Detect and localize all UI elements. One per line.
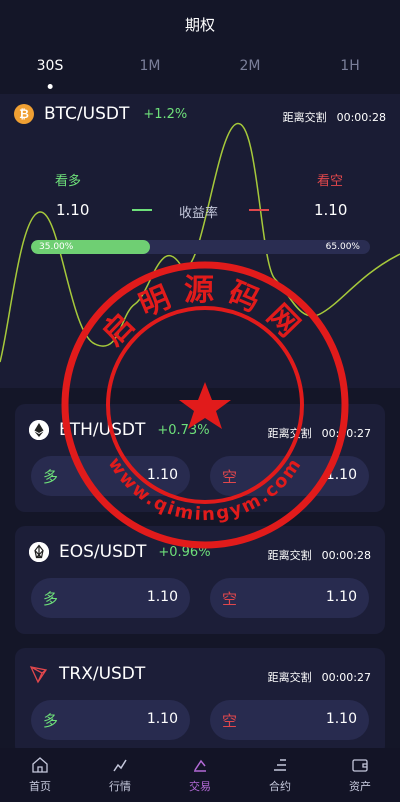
eos-symbol-row: EOS/USDT +0.96% [29,542,211,562]
main-symbol-row: ₿ BTC/USDT +1.2% [14,104,187,124]
main-change: +1.2% [143,106,188,122]
trx-symbol-row: TRX/USDT [29,664,157,684]
ethereum-icon [29,420,49,440]
bitcoin-icon: ₿ [14,104,34,124]
nav-market[interactable]: 行情 [80,748,160,802]
sentiment-bar: 35.00% 65.00% [31,240,370,254]
trx-symbol: TRX/USDT [59,664,146,684]
main-option-panel: ₿ BTC/USDT +1.2% 距离交割 00:00:28 看多 看空 1.10… [0,94,400,388]
home-icon [32,757,48,773]
main-symbol: BTC/USDT [44,104,130,124]
eos-change: +0.96% [158,544,211,560]
eth-short-button[interactable]: 空 1.10 [210,456,369,496]
main-countdown: 距离交割 00:00:28 [282,111,386,124]
trx-long-button[interactable]: 多 1.10 [31,700,190,740]
eos-icon [29,542,49,562]
eos-long-button[interactable]: 多 1.10 [31,578,190,618]
eos-short-button[interactable]: 空 1.10 [210,578,369,618]
rate-label: 收益率 [179,206,219,221]
eos-countdown: 距离交割 00:00:28 [267,549,371,562]
trx-short-button[interactable]: 空 1.10 [210,700,369,740]
tab-2m[interactable]: 2M [240,58,261,74]
bull-label: 看多 [55,174,82,189]
bull-percent: 35.00% [39,242,74,252]
contract-icon [274,759,286,771]
nav-home[interactable]: 首页 [0,748,80,802]
bottom-nav: 首页 行情 交易 合约 资产 [0,748,400,802]
bear-odds: 1.10 [314,201,348,219]
bear-percent: 65.00% [325,242,360,252]
app-header: 期权 [0,0,400,48]
eth-countdown: 距离交割 00:00:27 [267,427,371,440]
nav-contract[interactable]: 合约 [240,748,320,802]
tron-icon [29,664,49,684]
trx-card[interactable]: TRX/USDT 距离交割 00:00:27 多 1.10 空 1.10 [15,648,385,756]
tab-1h[interactable]: 1H [340,58,359,74]
trade-icon [194,759,206,772]
eth-card[interactable]: ETH/USDT +0.73% 距离交割 00:00:27 多 1.10 空 1.10 [15,404,385,512]
bear-legend-line [249,209,269,211]
eth-symbol: ETH/USDT [59,420,146,440]
period-tabs: 30S 1M 2M 1H [0,52,400,92]
active-tab-dot [47,84,53,89]
tab-1m[interactable]: 1M [140,58,161,74]
market-icon [113,759,127,772]
bear-label: 看空 [317,174,344,189]
eth-change: +0.73% [157,422,210,438]
eth-long-button[interactable]: 多 1.10 [31,456,190,496]
bull-legend-line [132,209,152,211]
wallet-icon [352,759,368,772]
tab-30s[interactable]: 30S [37,58,63,89]
nav-assets[interactable]: 资产 [320,748,400,802]
page-title: 期权 [184,15,215,34]
eth-symbol-row: ETH/USDT +0.73% [29,420,210,440]
bull-odds: 1.10 [56,201,90,219]
eos-card[interactable]: EOS/USDT +0.96% 距离交割 00:00:28 多 1.10 空 1.10 [15,526,385,634]
trx-countdown: 距离交割 00:00:27 [267,671,371,684]
eos-symbol: EOS/USDT [59,542,147,562]
nav-trade[interactable]: 交易 [160,748,240,802]
